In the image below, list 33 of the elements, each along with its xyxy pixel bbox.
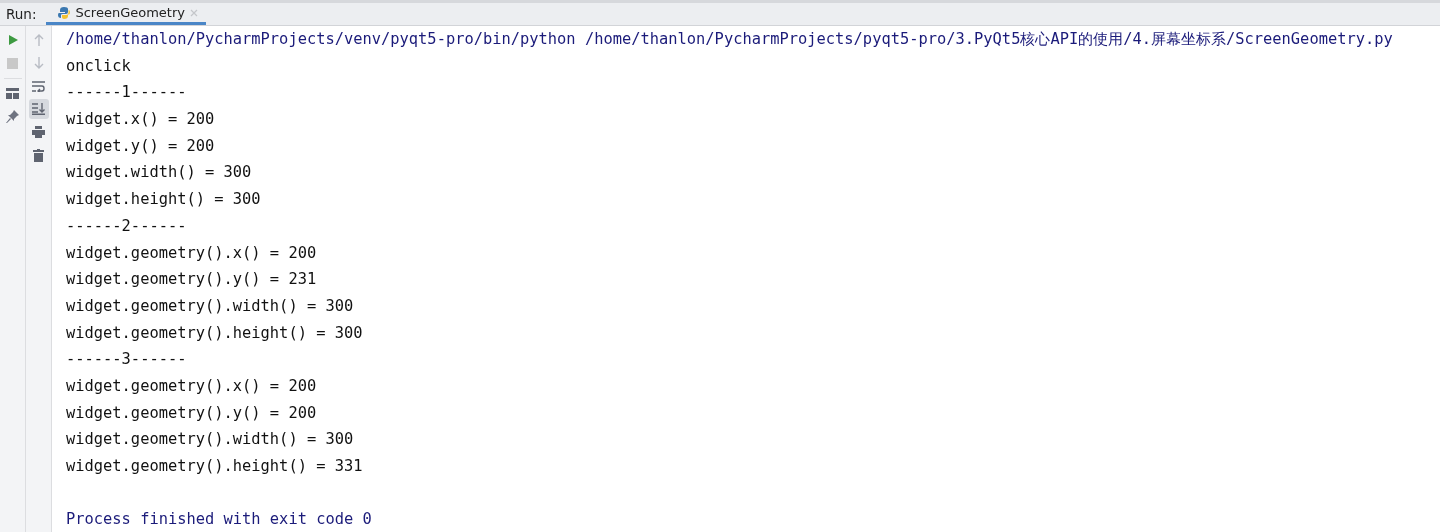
run-icon: [6, 34, 19, 46]
output-line: widget.width() = 300: [66, 163, 252, 182]
layout-icon: [6, 87, 19, 99]
output-line: onclick: [66, 56, 131, 75]
down-arrow-icon: [33, 57, 44, 69]
output-line: widget.geometry().width() = 300: [66, 296, 354, 315]
scroll-end-button[interactable]: [28, 99, 49, 119]
soft-wrap-icon: [32, 80, 45, 92]
up-arrow-icon: [33, 34, 44, 46]
print-icon: [32, 126, 45, 138]
scroll-to-end-icon: [32, 103, 45, 115]
command-line: /home/thanlon/PycharmProjects/venv/pyqt5-pro/bin/python /home/thanlon/PycharmProjects/pyqt5-pro/3.PyQt5核心API的使用/4.屏幕坐标系/ScreenGeometry.py: [66, 30, 1393, 48]
output-line: ------1------: [66, 83, 187, 102]
output-line: widget.geometry().y() = 200: [66, 403, 317, 422]
output-line: widget.geometry().height() = 300: [66, 323, 363, 342]
exit-message: Process finished with exit code 0: [66, 510, 372, 529]
run-tab[interactable]: ScreenGeometry: [46, 3, 206, 25]
output-line: widget.geometry().width() = 300: [66, 430, 354, 449]
output-line: ------3------: [66, 350, 187, 369]
output-line: widget.x() = 200: [66, 110, 215, 129]
output-line: widget.y() = 200: [66, 136, 215, 155]
close-icon: [189, 8, 198, 17]
run-label: Run:: [5, 5, 38, 24]
trash-icon: [33, 148, 44, 162]
output-line: widget.geometry().height() = 331: [66, 457, 363, 475]
pin-icon: [6, 109, 19, 123]
stop-icon: [7, 57, 18, 69]
output-line: widget.geometry().y() = 231: [66, 270, 317, 289]
python-icon: [58, 6, 71, 19]
output-line: ------2------: [66, 216, 187, 235]
output-line: widget.height() = 300: [66, 190, 261, 209]
output-line: widget.geometry().x() = 200: [66, 376, 317, 395]
output-line: widget.geometry().x() = 200: [66, 243, 317, 262]
